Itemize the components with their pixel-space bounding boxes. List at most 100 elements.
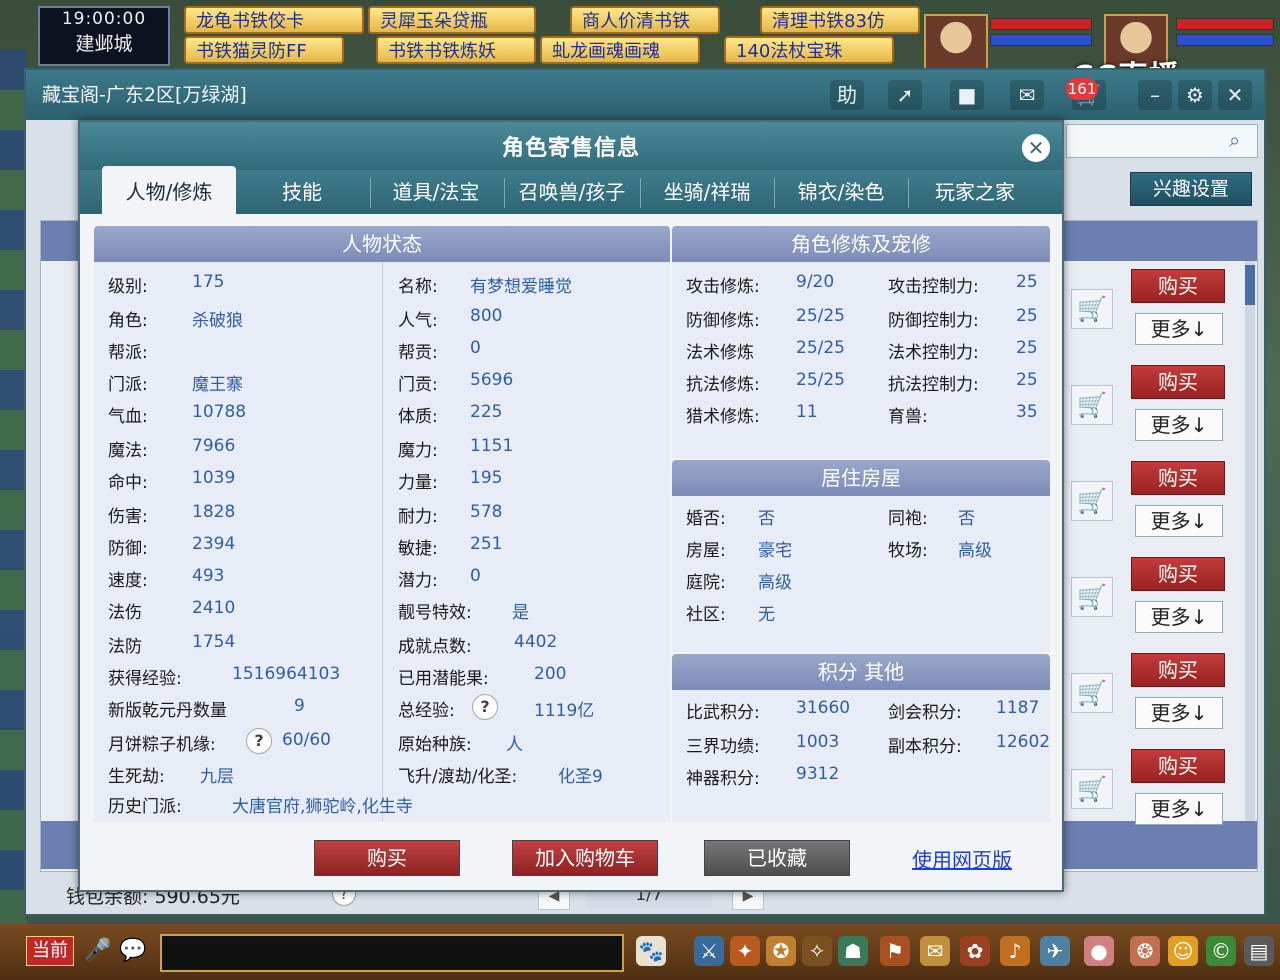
more-button[interactable]: 更多↓ (1135, 505, 1223, 537)
minimize-icon[interactable]: – (1138, 80, 1172, 110)
status-row: 力量: 195 (398, 468, 502, 493)
cultivation-value: 11 (796, 402, 818, 422)
top-tab-7[interactable]: 虬龙画魂画魂 (540, 36, 700, 64)
chat-input[interactable] (160, 934, 624, 972)
add-cart-icon[interactable]: 🛒 (1071, 289, 1113, 329)
status-value: 2410 (192, 598, 236, 618)
role-sale-info-dialog: 角色寄售信息 ✕ 人物/修炼 技能 道具/法宝 召唤兽/孩子 坐骑/祥瑞 锦衣/… (78, 120, 1064, 892)
buy-button[interactable]: 购买 (1131, 269, 1225, 303)
buy-button[interactable]: 购买 (1131, 557, 1225, 591)
top-tab-2[interactable]: 灵犀玉朵贷瓶 (368, 6, 536, 34)
cultivation-label-2: 防御控制力: (888, 311, 979, 331)
top-tab-3[interactable]: 商人价清书铁 (570, 6, 720, 34)
status-value: 1039 (192, 468, 236, 488)
help-icon[interactable]: ? (472, 694, 498, 720)
status-value: 大唐官府,狮驼岭,化生寺 (232, 797, 413, 817)
top-tab-6[interactable]: 书铁书铁炼妖 (376, 36, 536, 64)
tab-player-home[interactable]: 玩家之家 (910, 170, 1040, 214)
settings-icon[interactable]: ⚙ (1178, 80, 1212, 110)
status-value: 195 (470, 468, 503, 488)
map-icon[interactable]: ✈ (1040, 936, 1070, 966)
menu-icon[interactable]: ▤ (1244, 936, 1274, 966)
status-value: 0 (470, 338, 481, 358)
skill-icon[interactable]: ✪ (766, 936, 796, 966)
top-tab-1[interactable]: 龙龟书铁佼卡 (184, 6, 364, 34)
team-icon[interactable]: ☗ (838, 936, 868, 966)
coin-icon[interactable]: © (1206, 936, 1236, 966)
help-icon[interactable]: ? (246, 728, 272, 754)
tab-pets[interactable]: 召唤兽/孩子 (506, 170, 638, 214)
top-tab-5[interactable]: 书铁猫灵防FF (184, 36, 344, 64)
status-row: 名称: 有梦想爱睡觉 (398, 272, 572, 297)
housing-section: 婚否: 否同袍: 否房屋: 豪宅 牧场: 高级 庭院: 高级 社区: 无 (672, 496, 1050, 652)
status-label: 门派: (108, 375, 148, 395)
status-value: 578 (470, 502, 503, 522)
add-cart-icon[interactable]: 🛒 (1071, 673, 1113, 713)
add-cart-icon[interactable]: 🛒 (1071, 769, 1113, 809)
status-label: 魔法: (108, 441, 148, 461)
status-label: 体质: (398, 407, 438, 427)
scroll-thumb[interactable] (1245, 265, 1255, 305)
status-value: 4402 (514, 632, 558, 652)
sword-icon[interactable]: ⚔ (694, 936, 724, 966)
dialog-title: 角色寄售信息 (501, 136, 640, 161)
points-label: 神器积分: (686, 769, 760, 789)
add-to-cart-button[interactable]: 加入购物车 (512, 840, 658, 876)
guild-icon[interactable]: ⚑ (880, 936, 910, 966)
system-icon[interactable]: ✿ (960, 936, 990, 966)
tab-items[interactable]: 道具/法宝 (374, 170, 498, 214)
buy-button[interactable]: 购买 (1131, 749, 1225, 783)
buy-button[interactable]: 购买 (1131, 365, 1225, 399)
list-scrollbar[interactable] (1245, 261, 1255, 821)
search-icon[interactable]: ⌕ (1229, 129, 1251, 151)
top-tab-8[interactable]: 140法杖宝珠 (724, 36, 894, 64)
housing-section-title: 居住房屋 (672, 460, 1050, 496)
add-cart-icon[interactable]: 🛒 (1071, 577, 1113, 617)
tab-mounts[interactable]: 坐骑/祥瑞 (642, 170, 772, 214)
message-icon[interactable]: ✉ (1010, 80, 1044, 110)
help-button[interactable]: 助 (830, 80, 864, 110)
interest-settings-button[interactable]: 兴趣设置 (1130, 172, 1252, 206)
status-value: 0 (470, 566, 481, 586)
smiley-icon[interactable]: ☺ (1168, 936, 1198, 966)
tab-skills[interactable]: 技能 (240, 170, 364, 214)
points-label: 比武积分: (686, 703, 760, 723)
dialog-title-bar: 角色寄售信息 ✕ (80, 122, 1062, 170)
more-button[interactable]: 更多↓ (1135, 409, 1223, 441)
top-tab-4[interactable]: 清理书铁83仿 (760, 6, 920, 34)
pet-portrait[interactable] (924, 14, 988, 72)
dialog-close-icon[interactable]: ✕ (1022, 134, 1050, 162)
pet-icon[interactable]: 🐾 (636, 936, 666, 966)
channel-current-button[interactable]: 当前 (26, 936, 74, 966)
status-label: 名称: (398, 277, 438, 297)
web-version-link[interactable]: 使用网页版 (912, 844, 1012, 873)
add-cart-icon[interactable]: 🛒 (1071, 481, 1113, 521)
stop-icon[interactable]: ■ (950, 80, 984, 110)
status-value: 魔王寨 (192, 375, 243, 395)
buy-button[interactable]: 购买 (1131, 461, 1225, 495)
buy-button[interactable]: 购买 (1131, 653, 1225, 687)
microphone-icon[interactable]: 🎤 (84, 936, 111, 966)
gift-icon[interactable]: ✧ (802, 936, 832, 966)
more-button[interactable]: 更多↓ (1135, 697, 1223, 729)
scroll-icon[interactable]: ✉ (920, 936, 950, 966)
status-row: 魔法: 7966 (108, 436, 235, 461)
chat-bubble-icon[interactable]: 💬 (118, 936, 148, 966)
peach-icon[interactable]: ● (1084, 936, 1114, 966)
more-button[interactable]: 更多↓ (1135, 601, 1223, 633)
tab-character[interactable]: 人物/修炼 (102, 166, 236, 214)
bag-icon[interactable]: ✦ (730, 936, 760, 966)
tab-costumes[interactable]: 锦衣/染色 (776, 170, 906, 214)
share-icon[interactable]: ➚ (888, 80, 922, 110)
more-button[interactable]: 更多↓ (1135, 313, 1223, 345)
bell-icon[interactable]: ♪ (1000, 936, 1030, 966)
close-icon[interactable]: ✕ (1218, 80, 1252, 110)
shell-icon[interactable]: ❂ (1130, 936, 1160, 966)
search-input[interactable]: ⌕ (1066, 124, 1258, 158)
favorited-button[interactable]: 已收藏 (704, 840, 850, 876)
more-button[interactable]: 更多↓ (1135, 793, 1223, 825)
pet-mp-bar (990, 34, 1092, 46)
main-window-title: 藏宝阁-广东2区[万绿湖] (42, 84, 247, 106)
add-cart-icon[interactable]: 🛒 (1071, 385, 1113, 425)
buy-button[interactable]: 购买 (314, 840, 460, 876)
